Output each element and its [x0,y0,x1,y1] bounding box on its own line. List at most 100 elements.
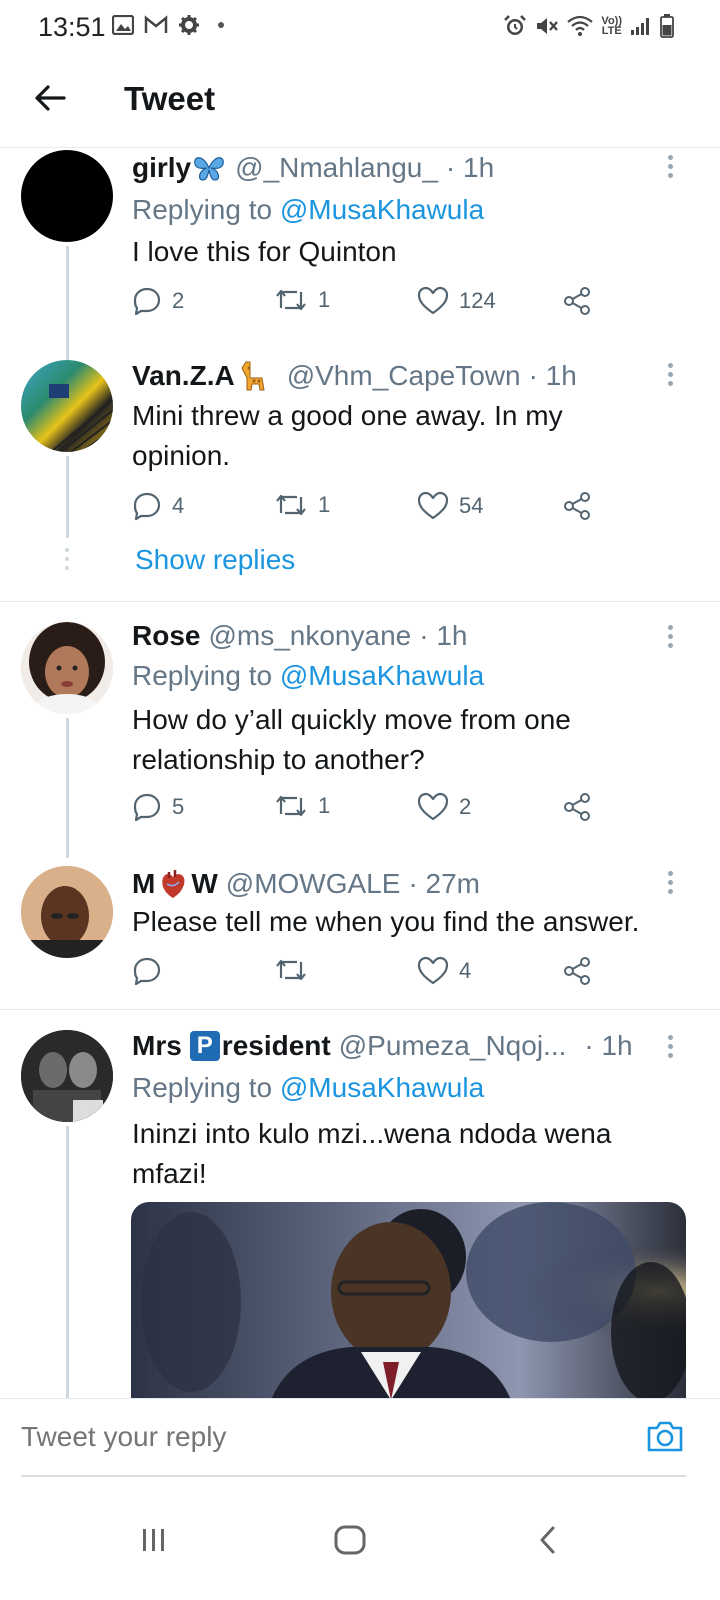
tweet-author-name-last[interactable]: resident [222,1030,331,1062]
status-left-icons [112,14,224,36]
tweet-author-name[interactable]: Rose [132,620,200,652]
tweet-time: · 1h [584,1030,633,1061]
tweet-author-name-first[interactable]: Mrs [132,1030,182,1062]
more-options-icon[interactable] [660,360,680,396]
divider [0,601,720,602]
share-button[interactable] [562,286,592,316]
tweet-handle[interactable]: @Vhm_CapeTown [287,360,521,392]
replying-to: Replying to @MusaKhawula [132,194,485,225]
recent-apps-button[interactable] [124,1510,184,1570]
like-button[interactable]: 54 [417,491,483,521]
tweet-author-name[interactable]: Van.Z.A [132,360,235,392]
volte-icon: Vo)) LTE [601,15,622,37]
share-icon [564,287,590,315]
camera-button[interactable] [646,1419,686,1459]
retweet-icon [276,289,306,311]
status-right-icons: Vo)) LTE [503,14,674,38]
tweet-time: · 1h [419,620,468,651]
recent-apps-icon [143,1529,164,1551]
tweet-item[interactable]: M W @MOWGALE · 27m Please tell me when y… [0,864,720,1004]
tweet-text: Ininzi into kulo mzi...wena ndoda wena m… [132,1118,612,1189]
thread-dots [65,548,70,575]
replying-to-mention[interactable]: @MusaKhawula [280,194,484,225]
more-options-icon[interactable] [660,1032,680,1068]
like-button[interactable]: 4 [417,956,471,986]
gallery-icon [112,15,134,35]
reply-button[interactable]: 5 [132,792,184,822]
share-icon [564,957,590,985]
tweet-item[interactable]: girly @_Nmahlangu_ · 1h Replying to @Mus… [0,148,720,446]
tweet-handle[interactable]: @_Nmahlangu_ [235,152,438,184]
more-options-icon[interactable] [660,868,680,904]
tweet-item[interactable]: Mrs P resident @Pumeza_Nqoj... · 1h Repl… [0,1026,720,1400]
thread-line [66,718,69,858]
share-button[interactable] [562,491,592,521]
heart-icon [417,286,449,315]
reply-button[interactable]: 4 [132,491,184,521]
tweet-header: Van.Z.A @Vhm_CapeTown · 1h [132,360,577,392]
status-time: 13:51 [38,12,106,42]
tweet-item[interactable]: Van.Z.A @Vhm_CapeTown · 1h Mini threw a … [0,356,720,596]
retweet-button[interactable]: 1 [274,792,330,820]
anatomical-heart-icon [157,868,189,900]
thread-line [66,456,69,538]
reply-button[interactable]: 2 [132,286,184,316]
retweet-button[interactable]: 1 [274,491,330,519]
back-button[interactable] [30,78,70,118]
avatar[interactable] [21,866,113,958]
retweet-icon [276,795,306,817]
tweet-text: I love this for Quinton [132,236,397,267]
app-header: Tweet [0,52,720,148]
tweet-author-name-first[interactable]: M [132,868,155,900]
tweet-item[interactable]: Rose @ms_nkonyane · 1h Replying to @Musa… [0,618,720,858]
back-nav-button[interactable] [518,1510,578,1570]
wifi-icon [567,15,594,37]
tweet-author-name-last[interactable]: W [191,868,217,900]
replying-to-mention[interactable]: @MusaKhawula [280,660,484,691]
like-button[interactable]: 2 [417,792,471,822]
tweet-time: · 1h [528,360,577,391]
tweet-text: Please tell me when you find the answer. [132,906,640,937]
show-replies-link[interactable]: Show replies [135,544,295,576]
dot-icon [218,22,224,28]
like-count: 2 [459,794,472,819]
avatar[interactable] [21,360,113,452]
tweet-time: · 27m [408,868,481,899]
avatar[interactable] [21,622,113,714]
mute-icon [535,15,559,37]
home-button[interactable] [320,1510,380,1570]
tweet-media-image[interactable] [131,1202,686,1400]
tweet-actions: 4 1 54 [132,491,612,531]
settings-icon [178,14,200,36]
replying-to-mention[interactable]: @MusaKhawula [280,1072,484,1103]
like-button[interactable]: 124 [417,286,496,316]
avatar[interactable] [21,1030,113,1122]
more-options-icon[interactable] [660,152,680,188]
retweet-count: 1 [318,793,331,818]
reply-bar [0,1398,720,1478]
parking-badge-icon: P [189,1031,220,1061]
tweet-handle[interactable]: @ms_nkonyane [208,620,411,652]
reply-button[interactable] [132,956,172,986]
alarm-icon [503,14,527,38]
camera-icon [647,1421,683,1452]
tweet-text: Mini threw a good one away. In my opinio… [132,400,563,471]
tweet-handle[interactable]: @MOWGALE [226,868,401,900]
system-nav-bar [0,1480,720,1600]
retweet-button[interactable]: 1 [274,286,330,314]
share-button[interactable] [562,956,592,986]
gmail-icon [144,15,168,35]
reply-icon [133,492,161,521]
more-options-icon[interactable] [660,622,680,658]
reply-underline [21,1475,686,1477]
tweet-handle[interactable]: @Pumeza_Nqoj... [339,1030,567,1062]
share-button[interactable] [562,792,592,822]
retweet-button[interactable] [274,956,318,984]
like-count: 54 [459,493,484,518]
tweet-time: · 1h [445,152,495,183]
replying-to: Replying to @MusaKhawula [132,1072,485,1103]
avatar[interactable] [21,150,113,242]
back-icon [540,1526,555,1554]
reply-input[interactable] [21,1421,581,1453]
tweet-author-name[interactable]: girly [132,152,191,184]
